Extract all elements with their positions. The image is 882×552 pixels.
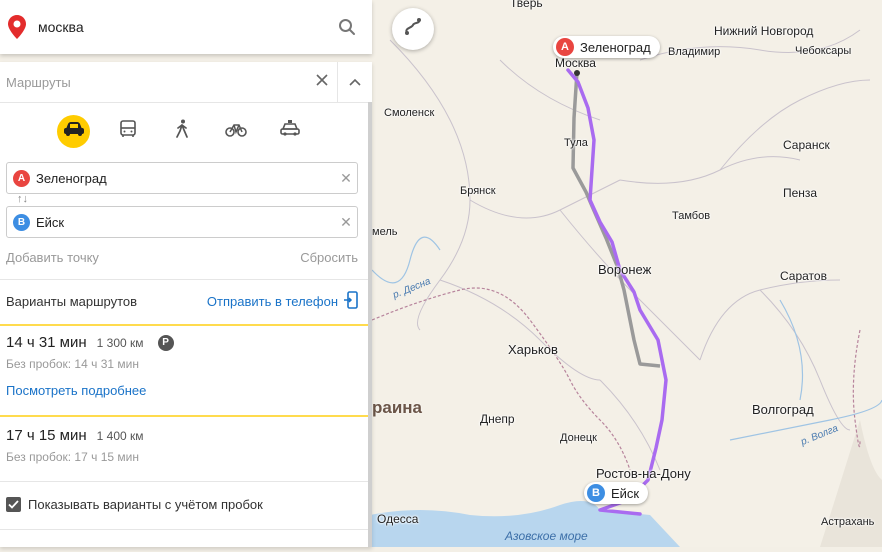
panel-title: Маршруты xyxy=(6,74,71,90)
route-squiggle-icon xyxy=(402,16,424,43)
car-icon xyxy=(63,121,85,142)
mode-walk-button[interactable] xyxy=(165,115,198,148)
divider xyxy=(0,279,368,280)
swap-icon[interactable]: ↑↓ xyxy=(17,193,28,205)
map-pin-icon xyxy=(2,12,32,42)
close-button[interactable] xyxy=(307,67,337,97)
moscow-dot xyxy=(574,70,580,76)
variants-label: Варианты маршрутов xyxy=(6,294,138,309)
close-icon xyxy=(316,73,328,91)
mode-taxi-button[interactable] xyxy=(273,115,306,148)
reset-link[interactable]: Сбросить xyxy=(300,250,358,265)
point-b-value[interactable]: Ейск xyxy=(36,215,335,230)
clear-a-icon[interactable]: ✕ xyxy=(335,170,357,187)
city-saransk: Саранск xyxy=(783,138,830,152)
city-tambov: Тамбов xyxy=(672,210,711,222)
pin-b-label: Ейск xyxy=(611,485,640,501)
checkbox-checked-icon xyxy=(6,497,21,512)
city-smolensk: Смоленск xyxy=(384,107,435,119)
add-point-link[interactable]: Добавить точку xyxy=(6,250,99,265)
route-2-distance: 1 400 км xyxy=(96,428,144,443)
region-ukraine: раина xyxy=(372,398,423,417)
search-bar: москва xyxy=(0,0,372,54)
city-penza: Пенза xyxy=(783,186,818,200)
mode-car-button[interactable] xyxy=(57,114,90,148)
search-icon[interactable] xyxy=(332,12,362,42)
city-odessa: Одесса xyxy=(377,512,419,526)
route-tool-button[interactable] xyxy=(392,8,434,50)
chevron-up-icon xyxy=(349,73,361,91)
pin-b[interactable]: B Ейск xyxy=(584,482,649,504)
traffic-checkbox-label: Показывать варианты с учётом пробок xyxy=(28,497,263,512)
sea-azov: Азовское море xyxy=(505,529,588,543)
city-astrakhan: Астрахань xyxy=(821,516,875,528)
pin-a-label: Зеленоград xyxy=(580,39,651,55)
route-2-time: 17 ч 15 мин xyxy=(6,427,87,444)
taxi-icon xyxy=(279,119,301,143)
paid-road-icon: P xyxy=(157,334,174,351)
city-tver: Тверь xyxy=(510,0,543,10)
point-a-value[interactable]: Зеленоград xyxy=(36,171,335,186)
city-rostov: Ростов-на-Дону xyxy=(596,466,691,481)
phone-icon xyxy=(344,291,358,312)
point-b-field[interactable]: B Ейск ✕ xyxy=(6,206,358,238)
route-option-2[interactable]: 17 ч 15 мин 1 400 км Без пробок: 17 ч 15… xyxy=(0,417,368,479)
city-saratov: Саратов xyxy=(780,269,827,283)
point-a-marker: A xyxy=(13,169,30,187)
city-volgograd: Волгоград xyxy=(752,402,814,417)
variants-row: Варианты маршрутов Отправить в телефон xyxy=(6,291,358,312)
route-1-details-link[interactable]: Посмотреть подробнее xyxy=(6,383,146,398)
city-kharkov: Харьков xyxy=(508,342,558,357)
route-1-time: 14 ч 31 мин xyxy=(6,334,87,351)
city-dnepr: Днепр xyxy=(480,412,515,426)
mode-bike-button[interactable] xyxy=(219,115,252,148)
bus-icon xyxy=(119,119,137,143)
mode-bus-button[interactable] xyxy=(111,115,144,148)
city-oryol-fragment: мель xyxy=(372,226,398,238)
traffic-checkbox[interactable]: Показывать варианты с учётом пробок xyxy=(6,497,263,512)
bike-icon xyxy=(224,121,247,142)
send-to-phone-link[interactable]: Отправить в телефон xyxy=(207,291,358,312)
search-input[interactable]: москва xyxy=(38,19,332,35)
transport-modes xyxy=(0,103,372,159)
city-vladimir: Владимир xyxy=(668,46,721,58)
routes-panel: Маршруты A Зеленоград ✕ ↑↓ B Ейск ✕ Доба… xyxy=(0,62,372,547)
send-to-phone-label: Отправить в телефон xyxy=(206,294,338,309)
city-nizhny-novgorod: Нижний Новгород xyxy=(714,24,814,38)
city-tula: Тула xyxy=(564,137,588,149)
panel-scrollbar[interactable] xyxy=(368,102,372,547)
walk-icon xyxy=(175,119,189,144)
point-a-field[interactable]: A Зеленоград ✕ xyxy=(6,162,358,194)
clear-b-icon[interactable]: ✕ xyxy=(335,214,357,231)
panel-header: Маршруты xyxy=(0,62,372,103)
city-cheboksary: Чебоксары xyxy=(795,45,852,57)
route-1-no-traffic: Без пробок: 14 ч 31 мин xyxy=(6,357,139,371)
collapse-button[interactable] xyxy=(337,62,372,102)
city-donetsk: Донецк xyxy=(560,432,597,444)
city-moscow: Москва xyxy=(555,56,596,70)
route-option-1[interactable]: 14 ч 31 мин 1 300 км P Без пробок: 14 ч … xyxy=(0,326,368,415)
divider xyxy=(0,529,368,530)
route-2-no-traffic: Без пробок: 17 ч 15 мин xyxy=(6,450,139,464)
divider xyxy=(0,481,368,482)
city-bryansk: Брянск xyxy=(460,185,496,197)
pin-a-letter: A xyxy=(556,38,574,56)
pin-a[interactable]: A Зеленоград xyxy=(553,36,660,58)
point-actions: Добавить точку Сбросить xyxy=(6,250,358,265)
pin-b-letter: B xyxy=(587,484,605,502)
route-1-distance: 1 300 км xyxy=(96,335,144,350)
city-voronezh: Воронеж xyxy=(598,262,652,277)
point-b-marker: B xyxy=(13,213,30,231)
